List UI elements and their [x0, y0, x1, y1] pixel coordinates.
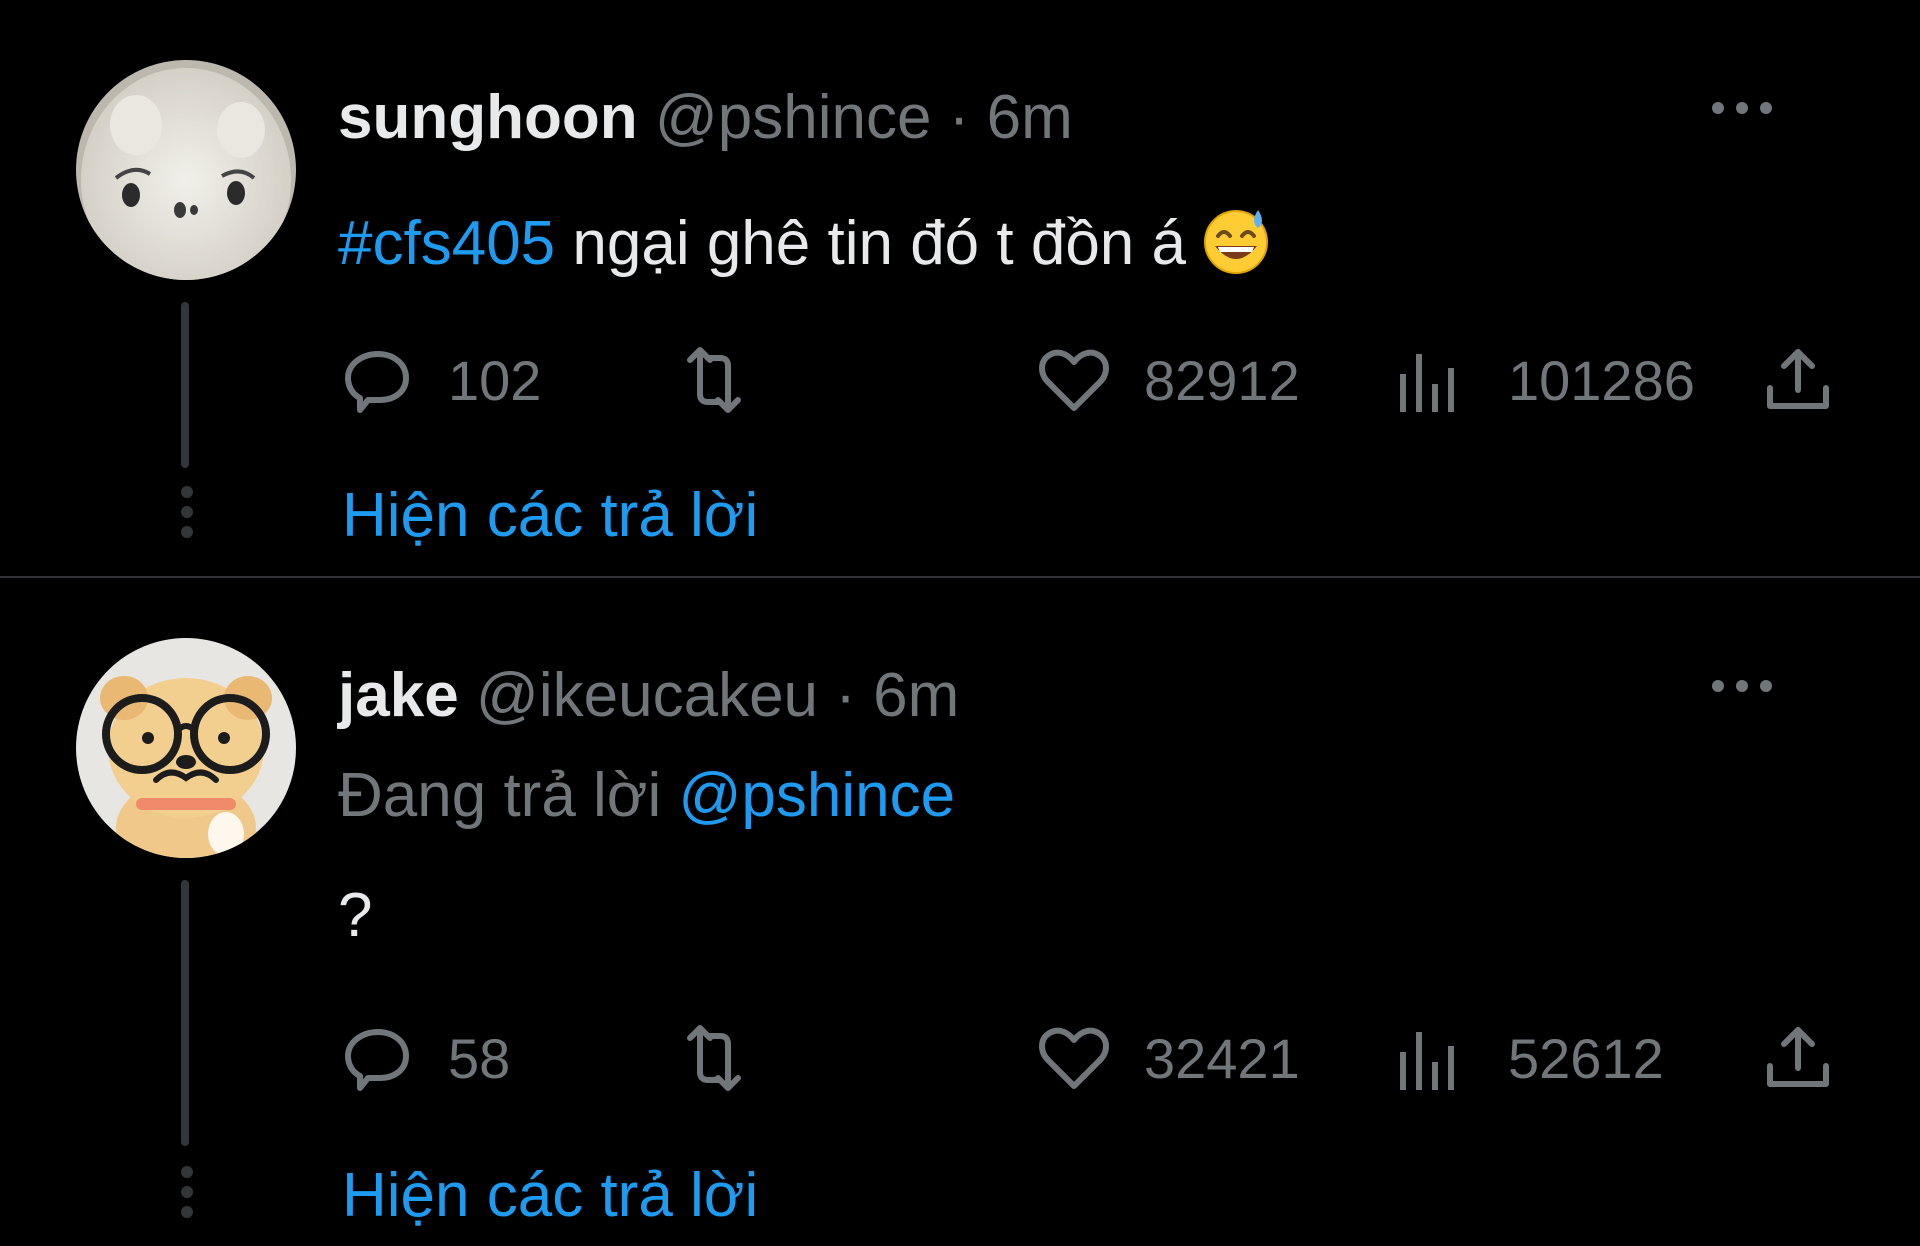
avatar[interactable]: [76, 60, 296, 280]
tweet-text: #cfs405 ngại ghê tin đó t đồn á: [338, 204, 1272, 280]
share-button[interactable]: [1758, 1018, 1838, 1098]
timeline: sunghoon @pshince · 6m #cfs405 ngại ghê …: [0, 0, 1920, 1246]
dog-plush-with-glasses-avatar-icon: [76, 638, 296, 858]
views-count: 101286: [1508, 348, 1695, 412]
show-replies-link[interactable]: Hiện các trả lời: [342, 1160, 758, 1232]
handle[interactable]: @ikeucakeu: [476, 661, 818, 730]
tweet-text-content: ngại ghê tin đó t đồn á: [555, 209, 1186, 278]
thread-line: [181, 880, 189, 1146]
heart-icon: [1039, 349, 1109, 411]
retweet-button[interactable]: [674, 340, 784, 420]
heart-icon: [1039, 1027, 1109, 1089]
show-replies-link[interactable]: Hiện các trả lời: [342, 480, 758, 552]
share-button[interactable]: [1758, 340, 1838, 420]
like-button[interactable]: 82912: [1034, 340, 1300, 420]
reply-button[interactable]: 102: [338, 340, 541, 420]
share-icon: [1767, 1027, 1829, 1087]
thread-dots-icon: [181, 1166, 193, 1226]
tweet-header: jake @ikeucakeu · 6m: [338, 660, 959, 732]
views-button[interactable]: 101286: [1388, 340, 1695, 420]
hashtag-link[interactable]: #cfs405: [338, 209, 555, 278]
avatar[interactable]: [76, 638, 296, 858]
retweet-icon: [687, 1025, 741, 1091]
action-bar: 58 32421 52612: [338, 1018, 1838, 1098]
views-count: 52612: [1508, 1026, 1664, 1090]
reply-bubble-icon: [345, 351, 409, 413]
handle[interactable]: @pshince: [655, 83, 932, 152]
views-bar-chart-icon: [1400, 1032, 1454, 1090]
share-icon: [1767, 349, 1829, 409]
timestamp[interactable]: 6m: [987, 83, 1073, 152]
retweet-button[interactable]: [674, 1018, 784, 1098]
tweet[interactable]: sunghoon @pshince · 6m #cfs405 ngại ghê …: [0, 0, 1920, 576]
reply-count: 58: [448, 1026, 511, 1090]
like-count: 32421: [1144, 1026, 1300, 1090]
reply-button[interactable]: 58: [338, 1018, 510, 1098]
white-plush-avatar-icon: [76, 60, 296, 280]
reply-count: 102: [448, 348, 542, 412]
replying-to-label: Đang trả lời: [338, 761, 679, 830]
reply-bubble-icon: [345, 1029, 409, 1091]
mention-link[interactable]: @pshince: [678, 761, 955, 830]
thread-line: [181, 302, 189, 468]
replying-to: Đang trả lời @pshince: [338, 760, 955, 832]
display-name[interactable]: sunghoon: [338, 83, 638, 152]
like-count: 82912: [1144, 348, 1300, 412]
grinning-face-with-sweat-emoji-icon: [1204, 210, 1268, 274]
timestamp[interactable]: 6m: [873, 661, 959, 730]
views-button[interactable]: 52612: [1388, 1018, 1664, 1098]
separator-dot: ·: [948, 83, 970, 152]
display-name[interactable]: jake: [338, 661, 459, 730]
more-options-icon[interactable]: [1712, 98, 1772, 118]
like-button[interactable]: 32421: [1034, 1018, 1300, 1098]
tweet[interactable]: jake @ikeucakeu · 6m Đang trả lời @pshin…: [0, 578, 1920, 1246]
action-bar: 102 82912 101286: [338, 340, 1838, 420]
tweet-header: sunghoon @pshince · 6m: [338, 82, 1073, 154]
views-bar-chart-icon: [1400, 354, 1454, 412]
thread-dots-icon: [181, 486, 193, 546]
separator-dot: ·: [835, 661, 856, 730]
retweet-icon: [687, 347, 741, 413]
more-options-icon[interactable]: [1712, 676, 1772, 696]
tweet-text: ?: [338, 881, 373, 950]
